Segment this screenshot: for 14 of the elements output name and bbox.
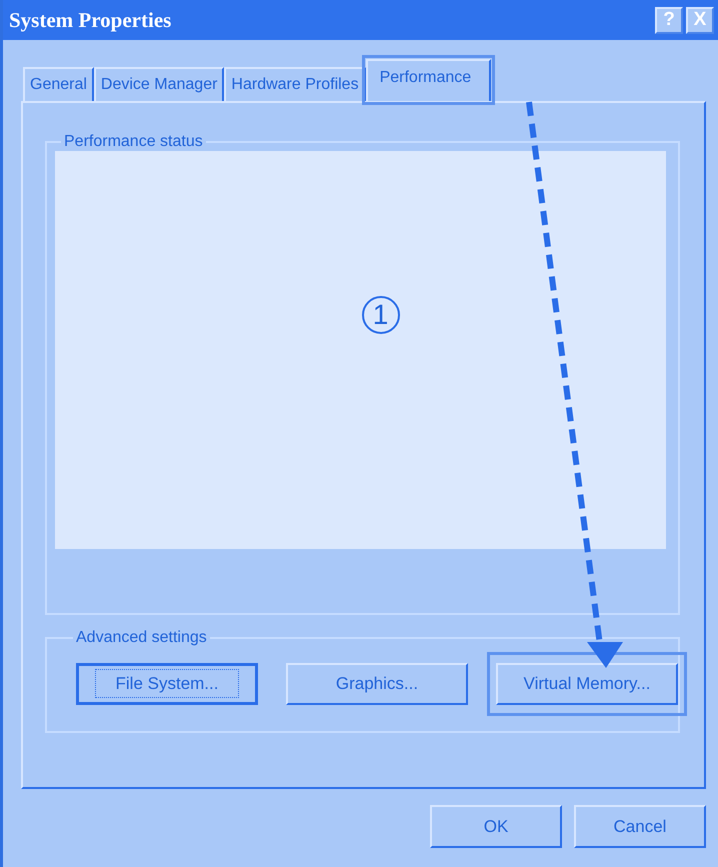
- dialog-button[interactable]: Cancel: [574, 805, 706, 848]
- settings-button[interactable]: Graphics...: [286, 663, 468, 705]
- settings-button[interactable]: Virtual Memory...: [496, 663, 678, 705]
- close-button[interactable]: X: [686, 6, 714, 34]
- tab[interactable]: Hardware Profiles: [224, 67, 366, 101]
- window-title: System Properties: [9, 8, 172, 32]
- tab[interactable]: General: [23, 67, 94, 101]
- dialog-button[interactable]: OK: [430, 805, 562, 848]
- step-marker: 1: [362, 296, 400, 334]
- help-button[interactable]: ?: [655, 6, 683, 34]
- tab[interactable]: Device Manager: [94, 67, 224, 101]
- group-label: Performance status: [63, 133, 204, 151]
- settings-button[interactable]: File System...: [76, 663, 258, 705]
- group-label: Advanced settings: [75, 629, 208, 647]
